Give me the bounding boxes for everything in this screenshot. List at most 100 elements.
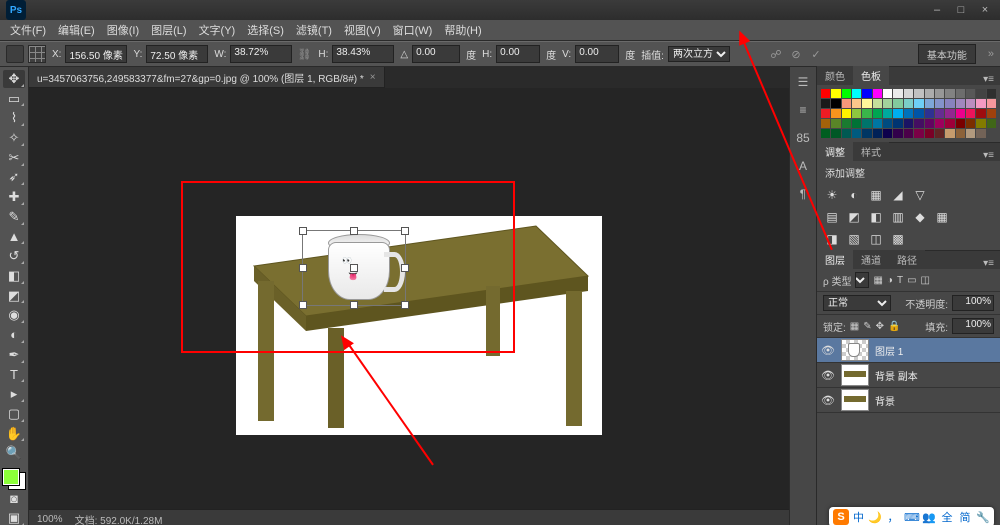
layer-thumb[interactable]: [841, 339, 869, 361]
menu-file[interactable]: 文件(F): [4, 20, 52, 40]
type-tool[interactable]: T: [3, 366, 25, 384]
link-wh-icon[interactable]: ⛓: [296, 46, 312, 62]
swatch-cell[interactable]: [821, 109, 830, 118]
layer-row-1[interactable]: 👁 图层 1: [817, 338, 1000, 363]
swatch-cell[interactable]: [873, 109, 882, 118]
adj-lookup-icon[interactable]: ▦: [935, 210, 949, 224]
filter-smart-icon[interactable]: ◫: [921, 275, 930, 286]
adj-curves-icon[interactable]: ▦: [869, 188, 883, 202]
swatch-cell[interactable]: [925, 119, 934, 128]
layer-name[interactable]: 背景: [875, 393, 895, 408]
zoom-tool[interactable]: 🔍: [3, 444, 25, 462]
menu-image[interactable]: 图像(I): [101, 20, 145, 40]
swatch-cell[interactable]: [852, 99, 861, 108]
ime-moon-icon[interactable]: 🌙: [868, 511, 882, 524]
layer-row-2[interactable]: 👁 背景 副本: [817, 363, 1000, 388]
swatch-cell[interactable]: [821, 119, 830, 128]
cancel-transform-icon[interactable]: ⊘: [788, 46, 804, 62]
swatch-cell[interactable]: [935, 109, 944, 118]
swatch-grid[interactable]: [817, 85, 1000, 142]
swatch-cell[interactable]: [852, 129, 861, 138]
blend-mode-select[interactable]: 正常: [823, 295, 891, 311]
window-close-button[interactable]: ×: [976, 3, 994, 17]
menu-select[interactable]: 选择(S): [241, 20, 290, 40]
quickmask-toggle[interactable]: ◙: [3, 490, 25, 508]
adjust-panel-menu-icon[interactable]: ▾≡: [977, 150, 1000, 161]
swatch-cell[interactable]: [821, 129, 830, 138]
swatch-cell[interactable]: [976, 109, 985, 118]
swatch-cell[interactable]: [966, 99, 975, 108]
adj-bw-icon[interactable]: ◧: [869, 210, 883, 224]
interp-select[interactable]: 两次立方: [668, 46, 730, 62]
ime-settings-icon[interactable]: 🔧: [976, 511, 990, 524]
swatch-cell[interactable]: [956, 89, 965, 98]
ime-toolbar[interactable]: S 中 🌙 ， ⌨ 👥 全 简 🔧: [829, 507, 994, 525]
swatch-cell[interactable]: [904, 129, 913, 138]
h-field[interactable]: 38.43%: [332, 45, 394, 63]
swatch-cell[interactable]: [873, 89, 882, 98]
tab-adjustments[interactable]: 调整: [817, 142, 853, 161]
lasso-tool[interactable]: ⌇: [3, 109, 25, 127]
swatch-cell[interactable]: [862, 99, 871, 108]
adj-posterize-icon[interactable]: ▧: [847, 232, 861, 246]
layer-name[interactable]: 图层 1: [875, 343, 903, 358]
swatch-cell[interactable]: [987, 119, 996, 128]
window-minimize-button[interactable]: –: [928, 3, 946, 17]
layer-thumb[interactable]: [841, 389, 869, 411]
swatch-cell[interactable]: [925, 89, 934, 98]
swatch-cell[interactable]: [883, 129, 892, 138]
dodge-tool[interactable]: ◐: [3, 326, 25, 344]
swatch-cell[interactable]: [852, 89, 861, 98]
swatch-cell[interactable]: [914, 109, 923, 118]
adj-threshold-icon[interactable]: ◫: [869, 232, 883, 246]
warp-mode-icon[interactable]: ☍: [768, 46, 784, 62]
swatch-cell[interactable]: [831, 129, 840, 138]
swatch-cell[interactable]: [883, 99, 892, 108]
filter-adjust-icon[interactable]: ◑: [887, 275, 893, 286]
swatch-cell[interactable]: [862, 109, 871, 118]
swatch-cell[interactable]: [821, 89, 830, 98]
swatch-cell[interactable]: [904, 109, 913, 118]
ime-people-icon[interactable]: 👥: [922, 511, 936, 524]
swatch-cell[interactable]: [945, 99, 954, 108]
swatch-cell[interactable]: [956, 119, 965, 128]
swatch-cell[interactable]: [935, 89, 944, 98]
layer-visibility-icon[interactable]: 👁: [821, 368, 835, 382]
window-maximize-button[interactable]: □: [952, 3, 970, 17]
ime-full-icon[interactable]: 全: [940, 509, 954, 525]
pen-tool[interactable]: ✒: [3, 346, 25, 364]
menu-layer[interactable]: 图层(L): [145, 20, 192, 40]
swatch-cell[interactable]: [842, 129, 851, 138]
fill-field[interactable]: 100%: [952, 318, 994, 334]
document-tab[interactable]: u=3457063756,249583377&fm=27&gp=0.jpg @ …: [29, 67, 385, 88]
swatch-cell[interactable]: [893, 119, 902, 128]
swatch-cell[interactable]: [862, 129, 871, 138]
swatch-cell[interactable]: [987, 89, 996, 98]
swatch-cell[interactable]: [904, 99, 913, 108]
menu-edit[interactable]: 编辑(E): [52, 20, 101, 40]
stamp-tool[interactable]: ▲: [3, 228, 25, 246]
hand-tool[interactable]: ✋: [3, 425, 25, 443]
ime-punct-icon[interactable]: ，: [886, 509, 900, 525]
shape-tool[interactable]: ▢: [3, 405, 25, 423]
ime-simpl-icon[interactable]: 简: [958, 509, 972, 525]
swatch-cell[interactable]: [842, 119, 851, 128]
x-field[interactable]: 156.50 像素: [65, 45, 127, 63]
swatch-cell[interactable]: [914, 89, 923, 98]
swatch-cell[interactable]: [935, 129, 944, 138]
swatch-cell[interactable]: [862, 119, 871, 128]
gradient-tool[interactable]: ◩: [3, 287, 25, 305]
eraser-tool[interactable]: ◧: [3, 267, 25, 285]
crop-tool[interactable]: ✂: [3, 149, 25, 167]
ime-mode-label[interactable]: 中: [853, 509, 864, 525]
swatch-cell[interactable]: [831, 89, 840, 98]
rotate-field[interactable]: 0.00: [412, 45, 460, 63]
transform-tool-icon[interactable]: [6, 45, 24, 63]
menu-help[interactable]: 帮助(H): [438, 20, 487, 40]
color-swatches[interactable]: [3, 469, 25, 488]
hskew-field[interactable]: 0.00: [496, 45, 540, 63]
swatch-cell[interactable]: [925, 99, 934, 108]
swatch-cell[interactable]: [914, 119, 923, 128]
history-brush-tool[interactable]: ↺: [3, 247, 25, 265]
menu-type[interactable]: 文字(Y): [193, 20, 242, 40]
